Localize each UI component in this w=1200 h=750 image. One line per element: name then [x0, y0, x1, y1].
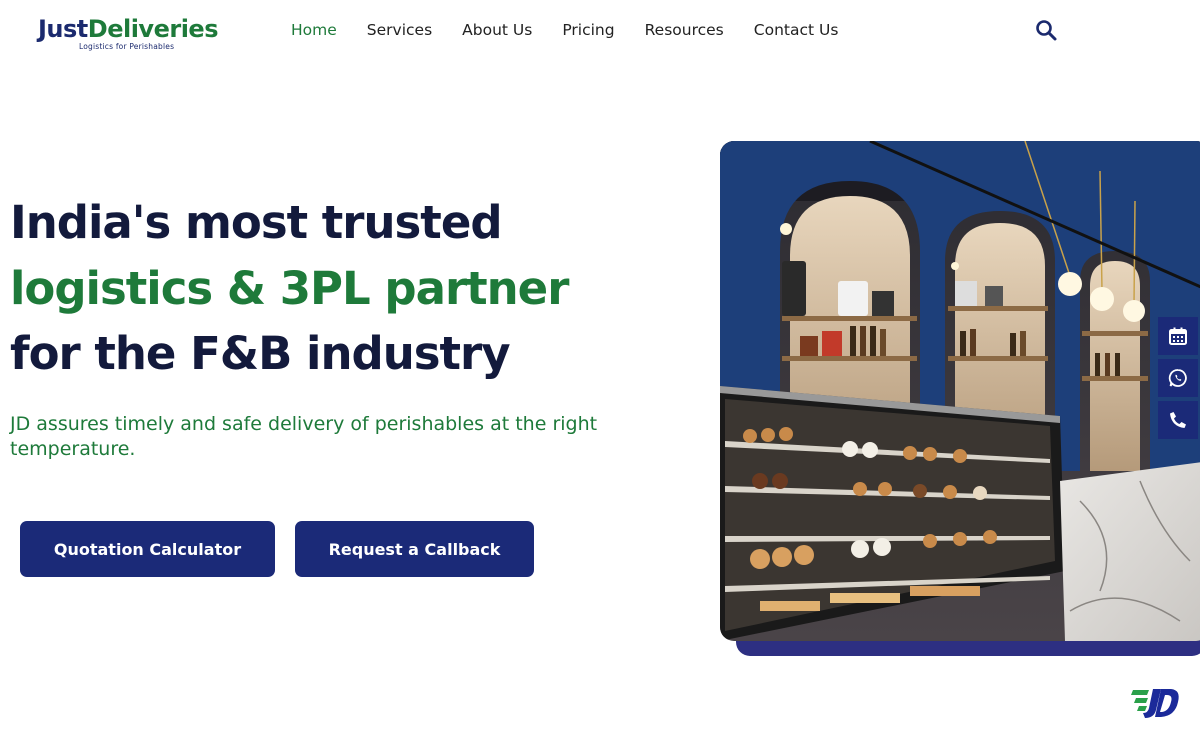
- logo-text-just: Just: [38, 15, 88, 43]
- nav-contact-us[interactable]: Contact Us: [754, 20, 839, 40]
- hero-subtitle: JD assures timely and safe delivery of p…: [10, 413, 598, 460]
- search-icon[interactable]: [1034, 18, 1058, 42]
- phone-icon[interactable]: [1158, 401, 1198, 439]
- request-callback-button[interactable]: Request a Callback: [295, 521, 534, 577]
- site-logo[interactable]: JustDeliveries Logistics for Perishables: [38, 14, 219, 51]
- whatsapp-icon[interactable]: [1158, 359, 1198, 397]
- nav-about-us[interactable]: About Us: [462, 20, 532, 40]
- hero-heading-line1: India's most trusted: [10, 196, 503, 249]
- nav-pricing[interactable]: Pricing: [562, 20, 614, 40]
- jd-logo-icon[interactable]: [1131, 686, 1181, 724]
- logo-tagline: Logistics for Perishables: [79, 42, 175, 51]
- bakery-display-photo: [720, 141, 1200, 641]
- hero-heading-line2: logistics & 3PL partner: [10, 262, 569, 315]
- nav-resources[interactable]: Resources: [645, 20, 724, 40]
- nav-home[interactable]: Home: [291, 20, 337, 40]
- hero-heading-line3: for the F&B industry: [10, 327, 511, 380]
- main-nav: Home Services About Us Pricing Resources…: [291, 20, 868, 40]
- logo-text-deliveries: Deliveries: [87, 15, 219, 43]
- nav-services[interactable]: Services: [367, 20, 432, 40]
- quotation-calculator-button[interactable]: Quotation Calculator: [20, 521, 275, 577]
- calendar-icon[interactable]: [1158, 317, 1198, 355]
